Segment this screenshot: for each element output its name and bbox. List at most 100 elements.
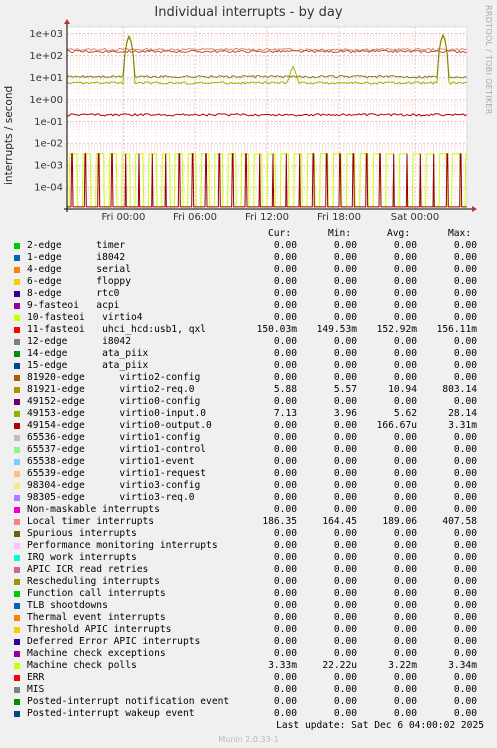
value-avg: 5.62 — [393, 408, 417, 419]
value-cur: 0.00 — [273, 396, 297, 407]
series-label: 65537-edge virtio1-control — [27, 444, 207, 455]
value-cur: 0.00 — [273, 372, 297, 383]
value-min: 0.00 — [333, 648, 357, 659]
series-swatch — [14, 651, 20, 657]
value-avg: 0.00 — [393, 612, 417, 623]
value-max: 3.31m — [448, 420, 477, 431]
header-min: Min: — [328, 228, 352, 239]
value-avg: 152.92m — [376, 324, 417, 335]
series-swatch — [14, 375, 20, 381]
x-ticks: Fri 00:00 Fri 06:00 Fri 12:00 Fri 18:00 Sat … — [101, 212, 439, 223]
value-max: 0.00 — [453, 432, 477, 443]
series-label: Performance monitoring interrupts — [27, 540, 218, 551]
value-min: 0.00 — [333, 588, 357, 599]
value-min: 0.00 — [333, 456, 357, 467]
value-cur: 0.00 — [273, 600, 297, 611]
series-label: 6-edge floppy — [27, 276, 131, 287]
value-cur: 0.00 — [273, 312, 297, 323]
series-label: 8-edge rtc0 — [27, 288, 120, 299]
value-cur: 0.00 — [273, 360, 297, 371]
value-max: 0.00 — [453, 492, 477, 503]
series-swatch — [14, 483, 20, 489]
value-min: 0.00 — [333, 276, 357, 287]
series-label: IRQ work interrupts — [27, 552, 137, 563]
value-max: 3.34m — [448, 660, 477, 671]
header-cur: Cur: — [268, 228, 292, 239]
value-avg: 0.00 — [393, 444, 417, 455]
y-tick-label: 1e+00 — [29, 95, 63, 106]
x-tick-label: Fri 06:00 — [173, 212, 217, 223]
series-swatch — [14, 567, 20, 573]
value-avg: 0.00 — [393, 288, 417, 299]
series-swatch — [14, 531, 20, 537]
legend-row: 12-edge i8042 0.00 0.00 0.00 0.00 — [0, 336, 497, 348]
series-label: 49154-edge virtio0-output.0 — [27, 420, 212, 431]
y-tick-label: 1e+02 — [29, 51, 63, 62]
value-min: 0.00 — [333, 624, 357, 635]
series-label: Spurious interrupts — [27, 528, 137, 539]
y-tick-label: 1e-02 — [34, 139, 63, 150]
value-avg: 0.00 — [393, 624, 417, 635]
legend-row: Spurious interrupts 0.00 0.00 0.00 0.00 — [0, 528, 497, 540]
value-min: 3.96 — [333, 408, 357, 419]
value-max: 0.00 — [453, 624, 477, 635]
value-cur: 0.00 — [273, 336, 297, 347]
value-cur: 0.00 — [273, 648, 297, 659]
value-min: 0.00 — [333, 480, 357, 491]
value-avg: 189.06 — [382, 516, 417, 527]
series-swatch — [14, 591, 20, 597]
value-cur: 0.00 — [273, 552, 297, 563]
value-max: 0.00 — [453, 456, 477, 467]
munin-version: Munin 2.0.33-1 — [218, 735, 279, 744]
value-avg: 0.00 — [393, 600, 417, 611]
series-label: Posted-interrupt wakeup event — [27, 708, 195, 719]
chart-plot: 1e+03 1e+02 1e+01 1e+00 1e-01 1e-02 1e-03 1e-04… — [29, 19, 477, 223]
value-cur: 0.00 — [273, 348, 297, 359]
legend-row: IRQ work interrupts 0.00 0.00 0.00 0.00 — [0, 552, 497, 564]
legend-row: Threshold APIC interrupts 0.00 0.00 0.00 0.0… — [0, 624, 497, 636]
value-avg: 0.00 — [393, 240, 417, 251]
value-cur: 0.00 — [273, 264, 297, 275]
legend-row: TLB shootdowns 0.00 0.00 0.00 0.00 — [0, 600, 497, 612]
x-tick-label: Sat 00:00 — [391, 212, 439, 223]
value-max: 0.00 — [453, 444, 477, 455]
value-max: 0.00 — [453, 672, 477, 683]
value-avg: 0.00 — [393, 708, 417, 719]
series-swatch — [14, 291, 20, 297]
value-cur: 0.00 — [273, 684, 297, 695]
value-max: 0.00 — [453, 648, 477, 659]
x-tick-label: Fri 00:00 — [101, 212, 145, 223]
series-label: Local timer interrupts — [27, 516, 155, 527]
legend-row: 11-fasteoi uhci_hcd:usb1, qxl 150.03m 149.… — [0, 324, 497, 336]
value-avg: 3.22m — [388, 660, 417, 671]
series-swatch — [14, 687, 20, 693]
series-swatch — [14, 711, 20, 717]
legend-row: 9-fasteoi acpi 0.00 0.00 0.00 0.00 — [0, 300, 497, 312]
value-cur: 0.00 — [273, 696, 297, 707]
value-min: 149.53m — [316, 324, 357, 335]
legend-row: Posted-interrupt wakeup event 0.00 0.00 0.0… — [0, 708, 497, 720]
value-max: 0.00 — [453, 564, 477, 575]
series-label: 11-fasteoi uhci_hcd:usb1, qxl — [27, 324, 207, 335]
legend-row: 49154-edge virtio0-output.0 0.00 0.00 166.6… — [0, 420, 497, 432]
value-avg: 10.94 — [388, 384, 417, 395]
last-update: Last update: Sat Dec 6 04:00:02 2025 — [276, 720, 484, 731]
series-label: 98304-edge virtio3-config — [27, 480, 201, 491]
value-min: 0.00 — [333, 312, 357, 323]
value-min: 0.00 — [333, 528, 357, 539]
series-swatch — [14, 699, 20, 705]
legend-row: Deferred Error APIC interrupts 0.00 0.00 0.… — [0, 636, 497, 648]
value-avg: 0.00 — [393, 456, 417, 467]
value-cur: 0.00 — [273, 564, 297, 575]
series-swatch — [14, 471, 20, 477]
series-swatch — [14, 507, 20, 513]
value-min: 0.00 — [333, 552, 357, 563]
series-swatch — [14, 627, 20, 633]
x-axis-arrow — [472, 206, 477, 212]
series-label: Posted-interrupt notification event — [27, 696, 230, 707]
y-tick-label: 1e-04 — [34, 183, 63, 194]
value-avg: 0.00 — [393, 348, 417, 359]
value-max: 0.00 — [453, 396, 477, 407]
value-avg: 0.00 — [393, 588, 417, 599]
value-cur: 0.00 — [273, 288, 297, 299]
